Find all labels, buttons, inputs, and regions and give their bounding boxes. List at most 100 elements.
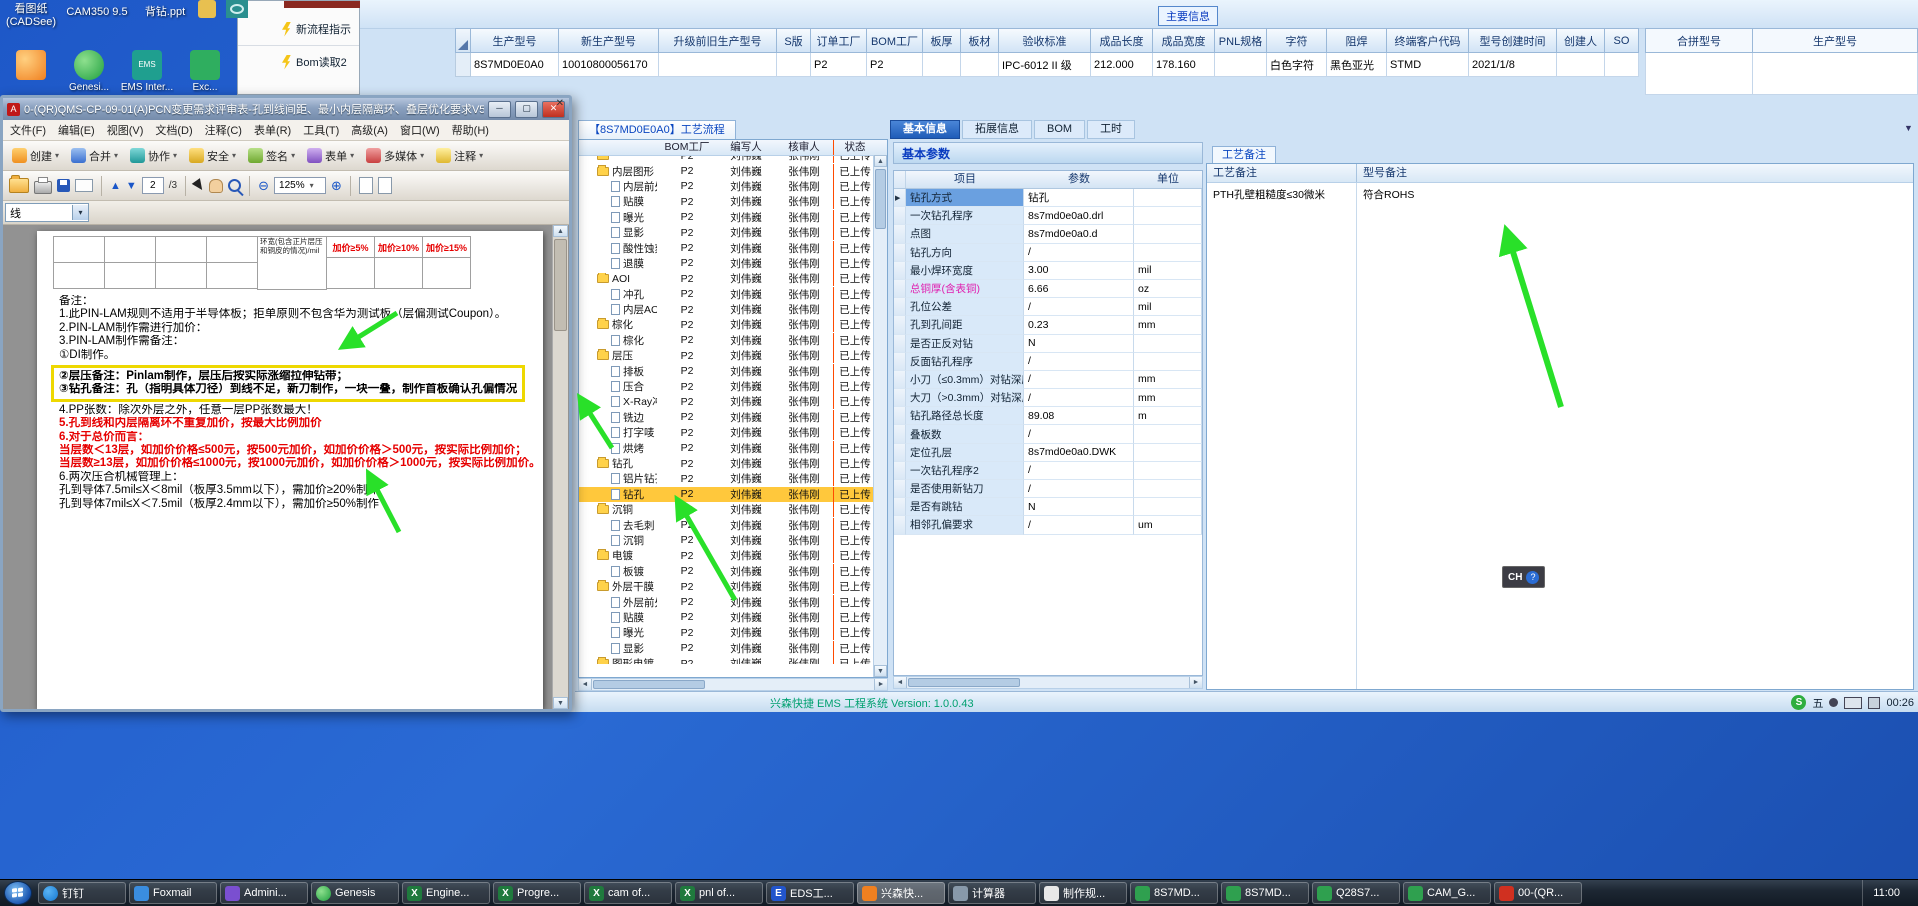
table-cell[interactable]: IPC-6012 II 级 [999, 53, 1091, 77]
scrollbar-thumb[interactable] [554, 239, 567, 331]
param-row[interactable]: 一次钻孔程序2 / [894, 461, 1202, 480]
column-header[interactable]: 型号创建时间 [1469, 28, 1557, 53]
column-header[interactable]: 板材 [961, 28, 999, 53]
pdf-titlebar[interactable]: A 0-(QR)QMS-CP-09-01(A)PCN变更需求评审表-孔到线间距、… [3, 98, 569, 120]
param-value-cell[interactable]: N [1024, 334, 1134, 353]
tree-row[interactable]: 外层前处理 P2 刘伟巍 张伟刚 已上传 [579, 594, 887, 610]
language-indicator[interactable]: CH [1508, 572, 1522, 583]
open-file-icon[interactable] [9, 175, 29, 193]
param-value-cell[interactable]: / [1024, 298, 1134, 317]
table-cell[interactable]: 黑色亚光 [1327, 53, 1387, 77]
table-cell[interactable] [1753, 53, 1918, 95]
param-value-cell[interactable]: 钻孔 [1024, 189, 1134, 208]
wubi-indicator[interactable]: 五 [1812, 695, 1823, 711]
param-row[interactable]: 一次钻孔程序 8s7md0e0a0.drl [894, 207, 1202, 226]
param-value-cell[interactable]: / [1024, 425, 1134, 444]
tree-row[interactable]: 贴膜 P2 刘伟巍 张伟刚 已上传 [579, 194, 887, 210]
tree-row[interactable]: 去毛刺 P2 刘伟巍 张伟刚 已上传 [579, 517, 887, 533]
table-cell[interactable] [1215, 53, 1267, 77]
column-header[interactable]: BOM工厂 [657, 140, 717, 155]
table-cell[interactable]: 178.160 [1153, 53, 1215, 77]
scroll-down-icon[interactable]: ▼ [874, 665, 887, 677]
param-row[interactable]: 是否有跳钻 N [894, 498, 1202, 517]
table-corner-cell[interactable] [455, 28, 471, 53]
param-value-cell[interactable]: 8s7md0e0a0.d [1024, 225, 1134, 244]
param-value-cell[interactable]: 8s7md0e0a0.DWK [1024, 443, 1134, 462]
tree-row[interactable]: 棕化 P2 刘伟巍 张伟刚 已上传 [579, 332, 887, 348]
print-icon[interactable] [34, 177, 52, 194]
param-row[interactable]: 是否正反对钻 N [894, 334, 1202, 353]
pdf-tool-button[interactable]: 合并 ▾ [66, 146, 123, 166]
pdf-tool-button[interactable]: 签名 ▾ [243, 146, 300, 166]
tree-row[interactable]: 显影 P2 刘伟巍 张伟刚 已上传 [579, 640, 887, 656]
param-value-cell[interactable]: / [1024, 370, 1134, 390]
param-row[interactable]: 定位孔层 8s7md0e0a0.DWK [894, 443, 1202, 462]
menu-item[interactable]: 工具(T) [298, 121, 344, 139]
tree-row[interactable]: 层压 P2 刘伟巍 张伟刚 已上传 [579, 348, 887, 364]
column-header[interactable]: BOM工厂 [867, 28, 923, 53]
tree-row[interactable]: 钻孔 P2 刘伟巍 张伟刚 已上传 [579, 486, 887, 502]
tree-row[interactable]: 钻孔 P2 刘伟巍 张伟刚 已上传 [579, 456, 887, 471]
keyboard-icon[interactable] [1844, 696, 1863, 709]
email-icon[interactable] [75, 179, 93, 192]
next-page-icon[interactable]: ▼ [126, 180, 137, 192]
column-header[interactable]: 参数 [1024, 171, 1134, 188]
taskbar-button[interactable]: Admini... [220, 882, 308, 904]
info-tab[interactable]: 基本信息 [890, 120, 960, 139]
main-info-label[interactable]: 主要信息 [1158, 6, 1218, 26]
taskbar-button[interactable]: 8S7MD... [1130, 882, 1218, 904]
param-row[interactable]: 大刀（>0.3mm）对钻深度 / mm [894, 389, 1202, 408]
tree-row[interactable]: 内层前处理 P2 刘伟巍 张伟刚 已上传 [579, 178, 887, 194]
menu-item[interactable]: 高级(A) [346, 121, 393, 139]
tree-row[interactable]: X-Ray冲孔 P2 刘伟巍 张伟刚 已上传 [579, 394, 887, 410]
column-header[interactable]: 验收标准 [999, 28, 1091, 53]
column-header[interactable]: 生产型号 [1753, 28, 1918, 53]
taskbar-button[interactable]: 00-(QR... [1494, 882, 1582, 904]
taskbar-button[interactable]: 钉钉 [38, 882, 126, 904]
param-value-cell[interactable]: / [1024, 461, 1134, 480]
column-header[interactable]: 状态 [833, 140, 876, 155]
pdf-vertical-scrollbar[interactable]: ▲ ▼ [552, 225, 568, 709]
table-cell[interactable]: 8S7MD0E0A0 [471, 53, 559, 77]
taskbar-button[interactable]: Genesis [311, 882, 399, 904]
scroll-down-icon[interactable]: ▼ [553, 697, 568, 709]
menu-item[interactable]: 帮助(H) [447, 121, 494, 139]
taskbar-button[interactable]: CAM_G... [1403, 882, 1491, 904]
tree-row[interactable]: 棕化 P2 刘伟巍 张伟刚 已上传 [579, 317, 887, 333]
fit-page-icon[interactable] [377, 177, 392, 194]
tree-row[interactable]: 烘烤 P2 刘伟巍 张伟刚 已上传 [579, 440, 887, 456]
pdf-tool-button[interactable]: 安全 ▾ [184, 146, 241, 166]
tree-row[interactable]: 内层AOI P2 刘伟巍 张伟刚 已上传 [579, 302, 887, 318]
select-tool-icon[interactable] [191, 178, 207, 193]
param-row[interactable]: 钻孔路径总长度 89.08 m [894, 407, 1202, 426]
table-cell[interactable] [659, 53, 777, 77]
column-header[interactable]: SO [1605, 28, 1639, 53]
tree-row[interactable]: 打字唛 P2 刘伟巍 张伟刚 已上传 [579, 425, 887, 441]
zoom-out-icon[interactable]: ⊖ [258, 178, 269, 194]
param-value-cell[interactable]: N [1024, 498, 1134, 517]
menu-item[interactable]: 注释(C) [200, 121, 247, 139]
column-header[interactable]: 核审人 [775, 140, 833, 155]
menu-item[interactable]: 编辑(E) [53, 121, 100, 139]
param-value-cell[interactable]: 3.00 [1024, 261, 1134, 280]
zoom-in-icon[interactable]: ⊕ [331, 178, 342, 194]
tree-row[interactable]: 沉铜 P2 刘伟巍 张伟刚 已上传 [579, 532, 887, 548]
column-header[interactable]: 成品长度 [1091, 28, 1153, 53]
taskbar-button[interactable]: Progre... [493, 882, 581, 904]
tree-row[interactable]: 电镀 P2 刘伟巍 张伟刚 已上传 [579, 548, 887, 564]
desktop-icon-cadsee[interactable]: 看图纸 (CADSee) [2, 3, 60, 29]
taskbar-button[interactable]: Engine... [402, 882, 490, 904]
param-row[interactable]: 孔到孔间距 0.23 mm [894, 316, 1202, 335]
column-header[interactable]: 项目 [906, 171, 1024, 188]
mini-tool-button[interactable]: Bom读取2 [238, 45, 359, 78]
column-header[interactable]: 合拼型号 [1645, 28, 1753, 53]
column-header[interactable]: 单位 [1134, 171, 1202, 188]
tree-row[interactable]: 铝片钻孔 P2 刘伟巍 张伟刚 已上传 [579, 471, 887, 487]
tree-row[interactable]: 外层干膜 P2 刘伟巍 张伟刚 已上传 [579, 579, 887, 595]
table-cell[interactable]: P2 [867, 53, 923, 77]
param-row[interactable]: 反面钻孔程序 / [894, 352, 1202, 371]
fit-width-icon[interactable] [358, 177, 373, 194]
column-header[interactable]: S版 [777, 28, 811, 53]
model-note-value[interactable]: 符合ROHS [1357, 183, 1913, 689]
tree-row[interactable]: 显影 P2 刘伟巍 张伟刚 已上传 [579, 225, 887, 241]
